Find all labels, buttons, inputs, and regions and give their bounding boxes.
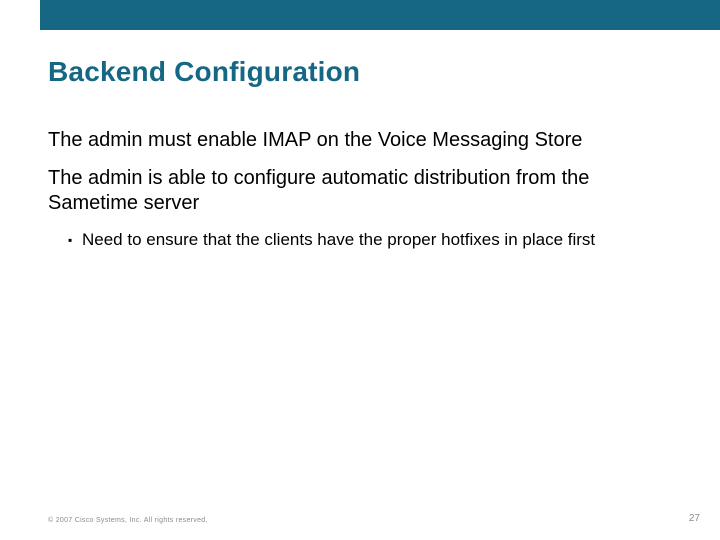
footer-page-number: 27 [689, 513, 700, 524]
slide-title: Backend Configuration [48, 56, 680, 88]
body-paragraph: The admin must enable IMAP on the Voice … [48, 128, 672, 152]
footer-copyright: © 2007 Cisco Systems, Inc. All rights re… [48, 517, 208, 524]
sub-bullet-list: Need to ensure that the clients have the… [48, 229, 672, 251]
body-paragraph: The admin is able to configure automatic… [48, 166, 672, 215]
sub-bullet-item: Need to ensure that the clients have the… [68, 229, 672, 251]
slide-body: The admin must enable IMAP on the Voice … [48, 128, 672, 259]
header-bar [40, 0, 720, 30]
